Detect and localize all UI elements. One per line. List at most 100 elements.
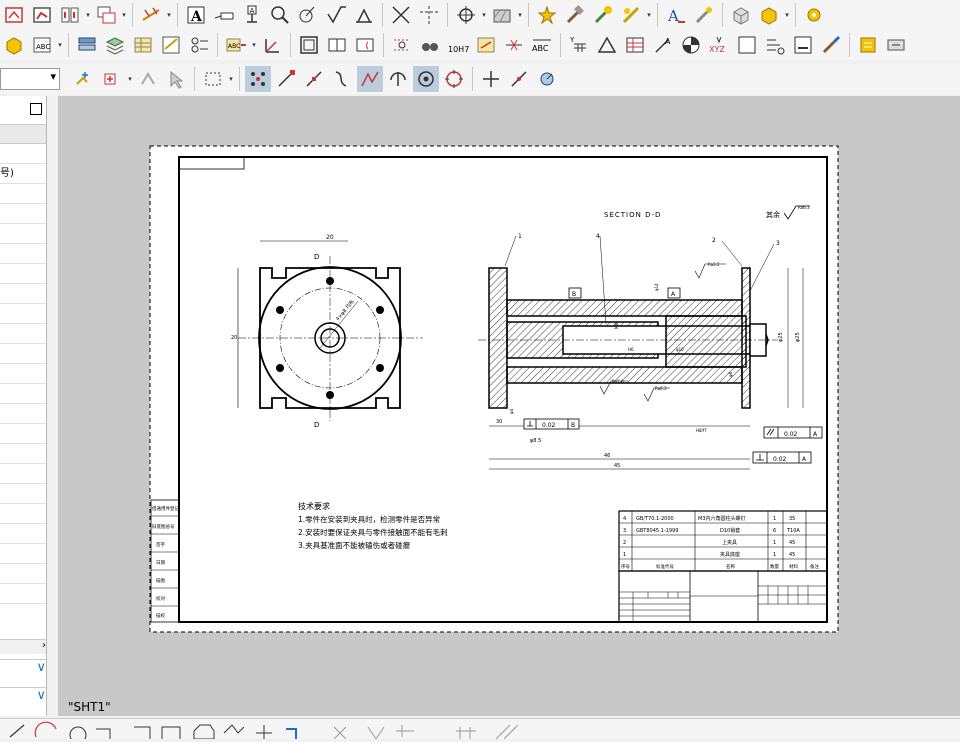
panel-row[interactable]: [0, 424, 46, 444]
triangle-icon[interactable]: [594, 32, 620, 58]
snap-quadrant-icon[interactable]: [441, 66, 467, 92]
hole-table-icon[interactable]: [186, 32, 212, 58]
box-icon[interactable]: [728, 2, 754, 28]
xyz-point-icon[interactable]: XYZ: [706, 32, 732, 58]
chevron-down-icon[interactable]: ▾: [250, 32, 258, 58]
center-of-mass-icon[interactable]: [678, 32, 704, 58]
grid-y-icon[interactable]: Y: [566, 32, 592, 58]
panel-row[interactable]: [0, 404, 46, 424]
panel-row[interactable]: [0, 544, 46, 564]
search-icon[interactable]: [267, 2, 293, 28]
circle-tool-icon[interactable]: [69, 726, 87, 742]
star-icon[interactable]: [534, 2, 560, 28]
gear-icon[interactable]: [801, 2, 827, 28]
drawing-sheet-icon[interactable]: [158, 32, 184, 58]
text-style-icon[interactable]: A: [663, 2, 689, 28]
surface-finish-icon[interactable]: [295, 2, 321, 28]
stack-icon[interactable]: [102, 32, 128, 58]
panel-row[interactable]: [0, 464, 46, 484]
axis-icon[interactable]: [259, 32, 285, 58]
chevron-down-icon[interactable]: ▾: [120, 2, 128, 28]
select-filter-icon[interactable]: [71, 66, 97, 92]
expand-icon[interactable]: ∨: [0, 659, 46, 684]
snap-measure-icon[interactable]: [534, 66, 560, 92]
box-select-icon[interactable]: [200, 66, 226, 92]
note-text-icon[interactable]: A: [183, 2, 209, 28]
polygon-tool-icon[interactable]: [193, 724, 215, 740]
arrow-a-icon[interactable]: A: [650, 32, 676, 58]
roughness-icon[interactable]: [323, 2, 349, 28]
chevron-down-icon[interactable]: ▾: [227, 66, 235, 92]
view-icon[interactable]: [29, 2, 55, 28]
fit-tolerance-icon[interactable]: 10H7: [445, 32, 471, 58]
expand-icon[interactable]: ∨: [0, 687, 46, 712]
lock-filter-icon[interactable]: [135, 66, 161, 92]
centerline-icon[interactable]: [416, 2, 442, 28]
snap-perpendicular-icon[interactable]: [385, 66, 411, 92]
panel-row[interactable]: [0, 284, 46, 304]
panel-row[interactable]: [0, 324, 46, 344]
sheet-format-icon[interactable]: [790, 32, 816, 58]
datum-icon[interactable]: A: [239, 2, 265, 28]
chevron-down-icon[interactable]: ▾: [126, 66, 134, 92]
table-icon[interactable]: [622, 32, 648, 58]
sketch-icon[interactable]: [1, 2, 27, 28]
scroll-right-arrow[interactable]: ›: [0, 639, 46, 654]
snap-end-icon[interactable]: [273, 66, 299, 92]
hammer-icon[interactable]: [562, 2, 588, 28]
layer-icon[interactable]: [74, 32, 100, 58]
yellow-box-icon[interactable]: [1, 32, 27, 58]
panel-row[interactable]: [0, 564, 46, 584]
abc-note-icon[interactable]: ABC: [529, 32, 555, 58]
break-tool-icon[interactable]: [396, 725, 414, 737]
trim-tool-icon[interactable]: [333, 726, 347, 740]
detail-view-icon[interactable]: [57, 2, 83, 28]
line-tool-icon[interactable]: [9, 724, 25, 738]
chevron-down-icon[interactable]: ▾: [783, 2, 791, 28]
revision-icon[interactable]: [762, 32, 788, 58]
snap-point-icon[interactable]: [478, 66, 504, 92]
snap-center-icon[interactable]: [413, 66, 439, 92]
bom-table-icon[interactable]: [130, 32, 156, 58]
filter-combo[interactable]: [0, 68, 60, 90]
panel-row[interactable]: [0, 244, 46, 264]
chevron-down-icon[interactable]: ▾: [165, 2, 173, 28]
panel-row[interactable]: [0, 204, 46, 224]
snap-mid-icon[interactable]: [301, 66, 327, 92]
panel-row[interactable]: [0, 584, 46, 604]
chevron-down-icon[interactable]: ▾: [84, 2, 92, 28]
chevron-down-icon[interactable]: ▾: [56, 32, 64, 58]
extend-tool-icon[interactable]: [367, 726, 385, 740]
frame-icon[interactable]: [296, 32, 322, 58]
snap-tangent-icon[interactable]: [506, 66, 532, 92]
binoculars-icon[interactable]: [417, 32, 443, 58]
sheet-tab[interactable]: "SHT1": [68, 700, 111, 714]
chamfer-dim-icon[interactable]: [501, 32, 527, 58]
abc-table-icon[interactable]: ABC: [29, 32, 55, 58]
rectangle-tool-icon[interactable]: [161, 726, 181, 742]
snap-grid-icon[interactable]: [245, 66, 271, 92]
weld-symbol-icon[interactable]: [351, 2, 377, 28]
tool-star-icon[interactable]: [590, 2, 616, 28]
add-filter-icon[interactable]: [99, 66, 125, 92]
snap-curve-icon[interactable]: [329, 66, 355, 92]
panel-row[interactable]: [0, 484, 46, 504]
hatch-tool-icon[interactable]: [495, 724, 519, 740]
panel-row[interactable]: [0, 264, 46, 284]
panel-row[interactable]: [0, 444, 46, 464]
blank-frame-icon[interactable]: [734, 32, 760, 58]
sheet-frame-icon[interactable]: [324, 32, 350, 58]
arc-tool-icon[interactable]: [34, 721, 57, 738]
panel-row[interactable]: [0, 184, 46, 204]
drawing-canvas[interactable]: SECTION D-D 其余 Ra6.3 20 20 D D 4×φ8 均布 1…: [58, 96, 960, 716]
tools-icon[interactable]: [691, 2, 717, 28]
abc-arrow-icon[interactable]: ABC: [223, 32, 249, 58]
panel-row[interactable]: [0, 304, 46, 324]
arc-view-icon[interactable]: [352, 32, 378, 58]
brush-icon[interactable]: [818, 32, 844, 58]
panel-row[interactable]: [0, 384, 46, 404]
pointer-icon[interactable]: [163, 66, 189, 92]
point-tool-icon[interactable]: [256, 725, 272, 741]
package-icon[interactable]: [756, 2, 782, 28]
panel-row[interactable]: [0, 364, 46, 384]
